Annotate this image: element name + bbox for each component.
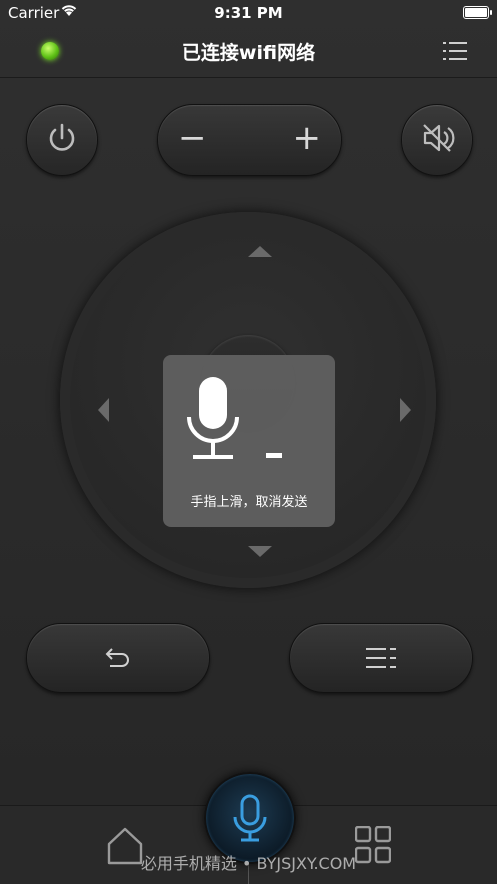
status-bar: Carrier 9:31 PM <box>0 0 497 26</box>
volume-up-button[interactable]: + <box>293 118 322 158</box>
menu-button[interactable] <box>289 623 473 693</box>
arrow-left-button[interactable] <box>98 398 109 422</box>
arrow-up-button[interactable] <box>248 246 272 257</box>
list-icon[interactable] <box>443 40 467 62</box>
page-title: 已连接wifi网络 <box>181 42 316 64</box>
arrow-down-button[interactable] <box>248 546 272 557</box>
back-button[interactable] <box>26 623 210 693</box>
menu-icon <box>366 645 396 675</box>
voice-input-overlay: 手指上滑，取消发送 <box>163 355 335 527</box>
microphone-icon <box>233 794 267 842</box>
volume-control: − + <box>157 104 342 176</box>
nav-bar: 已连接wifi网络 <box>0 26 497 78</box>
microphone-icon <box>185 375 241 463</box>
clock: 9:31 PM <box>214 4 283 22</box>
mute-icon <box>419 121 455 159</box>
battery-icon <box>463 6 492 19</box>
power-icon <box>45 121 79 159</box>
arrow-right-button[interactable] <box>400 398 411 422</box>
back-icon <box>104 645 132 675</box>
volume-down-button[interactable]: − <box>178 118 207 158</box>
voice-level-indicator <box>266 453 282 458</box>
power-button[interactable] <box>26 104 98 176</box>
cancel-hint: 手指上滑，取消发送 <box>190 495 308 510</box>
watermark: 必用手机精选 • BYJSJXY.COM <box>140 854 357 873</box>
mute-button[interactable] <box>401 104 473 176</box>
